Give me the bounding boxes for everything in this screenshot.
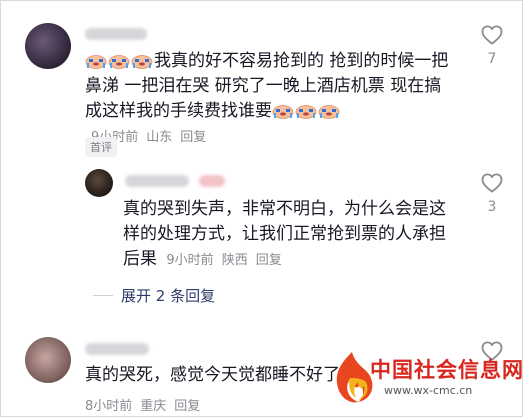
heart-outline-icon — [481, 25, 503, 45]
heart-outline-icon — [481, 173, 503, 193]
reply-button[interactable]: 回复 — [180, 130, 206, 145]
comment-location: 重庆 — [140, 399, 167, 414]
watermark-url: www.wx-cmc.cn — [384, 384, 473, 397]
crying-emoji-icon — [318, 102, 340, 119]
crying-emoji-icon — [85, 52, 107, 69]
comment-meta: 8小时前 重庆 回复 — [85, 395, 208, 414]
reply-time: 9小时前 — [166, 253, 214, 268]
crying-emoji-icon — [272, 102, 294, 119]
like-button[interactable]: 3 — [480, 173, 504, 215]
watermark-title: 中国社会信息网 — [370, 358, 523, 382]
username-blurred[interactable] — [125, 175, 189, 187]
author-badge-blurred — [199, 175, 225, 187]
comment-time: 8小时前 — [85, 399, 133, 414]
avatar[interactable] — [25, 23, 71, 69]
reply-text: 真的哭到失声，非常不明白，为什么会是这样的处理方式，让我们正常抢到票的人承担后果… — [123, 197, 458, 273]
divider-line — [93, 295, 113, 296]
like-count: 7 — [487, 51, 497, 67]
like-count: 3 — [487, 199, 497, 215]
comment-text: 我真的好不容易抢到的 抢到的时候一把鼻涕 一把泪在哭 研究了一晚上酒店机票 现在… — [85, 49, 455, 150]
avatar[interactable] — [85, 169, 113, 197]
reply-meta: 9小时前 陕西 回复 — [166, 253, 289, 268]
reply-button[interactable]: 回复 — [174, 399, 200, 414]
site-watermark: 中国社会信息网 www.wx-cmc.cn — [326, 348, 523, 408]
crying-emoji-icon — [108, 52, 130, 69]
like-button[interactable]: 7 — [480, 25, 504, 67]
comment-panel: 我真的好不容易抢到的 抢到的时候一把鼻涕 一把泪在哭 研究了一晚上酒店机票 现在… — [0, 0, 523, 417]
comment-location: 山东 — [146, 130, 173, 145]
reply-location: 陕西 — [221, 253, 248, 268]
expand-replies-label: 展开 2 条回复 — [121, 287, 216, 305]
crying-emoji-icon — [295, 102, 317, 119]
username-blurred[interactable] — [85, 343, 149, 355]
avatar[interactable] — [25, 337, 71, 383]
crying-emoji-icon — [131, 52, 153, 69]
first-comment-badge: 首评 — [85, 137, 117, 157]
reply-button[interactable]: 回复 — [256, 253, 282, 268]
expand-replies-button[interactable]: 展开 2 条回复 — [93, 285, 215, 306]
comment-body: 真的哭死，感觉今天觉都睡不好了 — [85, 365, 340, 385]
username-blurred[interactable] — [85, 28, 147, 40]
